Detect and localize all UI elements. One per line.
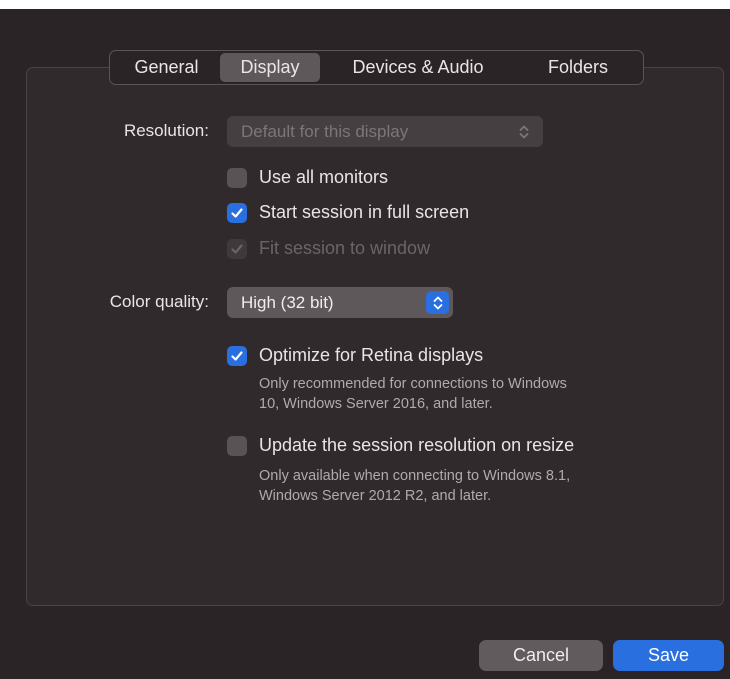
- fit-to-window-label: Fit session to window: [259, 238, 431, 258]
- checkmark-icon: [227, 238, 247, 259]
- checkmark-icon[interactable]: [227, 345, 247, 366]
- tab-devices-audio[interactable]: Devices & Audio: [320, 53, 516, 82]
- retina-hint: Only recommended for connections to Wind…: [259, 374, 699, 414]
- color-quality-value: High (32 bit): [241, 292, 334, 312]
- settings-panel: [26, 67, 724, 606]
- update-resolution-hint-line-1: Only available when connecting to Window…: [259, 468, 571, 484]
- start-full-screen-checkbox[interactable]: Start session in full screen: [227, 202, 469, 223]
- cancel-button[interactable]: Cancel: [479, 640, 603, 671]
- use-all-monitors-label: Use all monitors: [259, 167, 389, 187]
- tab-bar: General Display Devices & Audio Folders: [109, 50, 644, 85]
- update-resolution-hint-line-2: Windows Server 2012 R2, and later.: [259, 488, 492, 504]
- update-resolution-hint: Only available when connecting to Window…: [259, 466, 699, 506]
- resolution-label: Resolution:: [123, 121, 209, 140]
- start-full-screen-label: Start session in full screen: [259, 202, 470, 222]
- color-quality-select[interactable]: High (32 bit): [227, 287, 453, 318]
- checkmark-icon[interactable]: [227, 202, 247, 223]
- window-top-edge: [0, 0, 730, 9]
- retina-hint-line-2: 10, Windows Server 2016, and later.: [259, 396, 493, 412]
- tab-general[interactable]: General: [113, 53, 220, 82]
- retina-checkbox[interactable]: Optimize for Retina displays: [227, 345, 483, 366]
- update-resolution-label: Update the session resolution on resize: [259, 435, 575, 455]
- resolution-value: Default for this display: [241, 121, 409, 141]
- retina-hint-line-1: Only recommended for connections to Wind…: [259, 376, 567, 392]
- resolution-select[interactable]: Default for this display: [227, 116, 543, 147]
- tab-display[interactable]: Display: [220, 53, 320, 82]
- fit-to-window-checkbox: Fit session to window: [227, 238, 430, 259]
- chevron-up-down-icon: [426, 291, 449, 314]
- update-resolution-checkbox[interactable]: Update the session resolution on resize: [227, 435, 574, 456]
- chevron-up-down-icon: [512, 120, 535, 143]
- use-all-monitors-checkbox[interactable]: Use all monitors: [227, 167, 388, 188]
- checkbox-unchecked[interactable]: [227, 167, 247, 188]
- save-button[interactable]: Save: [613, 640, 724, 671]
- checkbox-unchecked[interactable]: [227, 435, 247, 456]
- color-quality-label: Color quality:: [109, 292, 209, 311]
- tab-folders[interactable]: Folders: [516, 53, 640, 82]
- retina-label: Optimize for Retina displays: [259, 345, 484, 365]
